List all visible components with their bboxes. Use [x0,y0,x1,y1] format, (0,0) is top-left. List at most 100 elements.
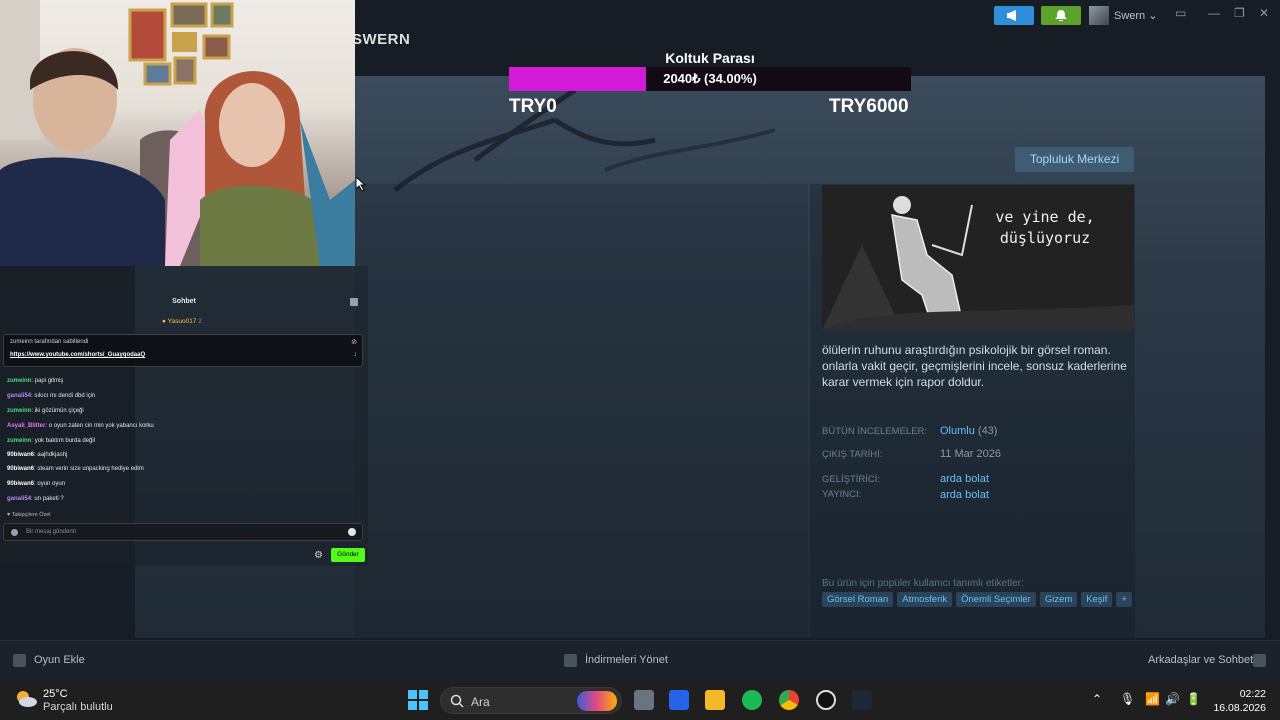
chat-input[interactable]: Bir mesaj gönderin [3,523,363,541]
tag-item[interactable]: Gizem [1039,592,1078,607]
chat-username[interactable]: zumeinn [7,438,31,444]
user-icon [11,529,18,536]
pinned-message[interactable]: zumeinn tarafından sabitlendi https://ww… [3,334,363,367]
pinned-link[interactable]: https://www.youtube.com/shorts/_Guayqoda… [10,352,145,358]
maximize-button[interactable]: ❐ [1234,6,1245,20]
game-description: ölülerin ruhunu araştırdığın psikolojik … [822,343,1127,389]
friends-chat-button[interactable]: Arkadaşlar ve Sohbet [1148,654,1253,666]
chat-username[interactable]: zumeinn [7,408,31,414]
obs-icon[interactable] [816,690,836,710]
windows-start-icon[interactable] [408,690,428,710]
chat-message: ganali54: sıkıcı mı dendi dbd için [7,393,96,399]
chat-username[interactable]: zumeinn [7,378,31,384]
weather-cloud-icon[interactable] [14,688,38,710]
chat-text: un paketi ? [34,496,64,502]
chat-text: iki gözümün çiçeği [34,408,84,414]
screen: SWERN Swern ⌄ ▭ — ❐ ✕ Topluluk Merkezi v… [0,0,1280,720]
capsule-title: ve yine de, düşlüyoruz [995,208,1095,247]
chat-message: 90biwan6: oyun oyun [7,481,66,487]
send-button[interactable]: Gönder [331,548,365,562]
chat-message: ganali54: un paketi ? [7,496,64,502]
downloads-icon [564,654,577,667]
clock[interactable]: 02:22 16.08.2026 [1210,687,1266,715]
steam-icon[interactable] [852,690,872,710]
weather-temperature[interactable]: 25°C [43,688,68,700]
microphone-icon[interactable]: 🎙 [1120,692,1135,706]
chat-text: sıkıcı mı dendi dbd için [34,393,96,399]
tag-item[interactable]: Önemli Seçimler [956,592,1036,607]
chrome-icon[interactable] [779,690,799,710]
media-area [355,184,808,638]
add-game-button[interactable]: Oyun Ekle [34,654,85,666]
chat-username[interactable]: ganali54 [7,496,31,502]
chat-panel: Sohbet ● Yasuo017 2 zumeinn tarafından s… [0,266,368,566]
game-capsule-image: ve yine de, düşlüyoruz [822,185,1134,330]
expand-icon[interactable]: ↓ [354,351,358,358]
search-icon [450,694,464,708]
notifications-button[interactable] [1041,6,1081,25]
chat-username[interactable]: 90biwan6 [7,452,34,458]
chat-text: papi gitmiş [34,378,64,384]
chat-message: 90biwan6: steam verin size unpacking hed… [7,466,144,472]
tags-title: Bu ürün için popüler kullanıcı tanımlı e… [822,578,1024,589]
megaphone-icon [1007,10,1016,21]
avatar[interactable] [1089,6,1109,25]
wifi-icon[interactable]: 📶 [1145,692,1160,706]
username-menu[interactable]: Swern ⌄ [1114,9,1157,22]
search-placeholder: Ara [471,695,490,709]
goal-progress-bar: 2040₺ (34.00%) [509,67,911,91]
followers-only-label: ♥ Takipçilere Özel [7,512,51,518]
search-highlight-icon [577,691,617,711]
tag-item[interactable]: Atmosferik [897,592,953,607]
goal-min-label: TRY0 [509,96,557,117]
announcements-button[interactable] [994,6,1034,25]
tag-item[interactable]: Görsel Roman [822,592,894,607]
spotify-icon[interactable] [742,690,762,710]
file-explorer-icon[interactable] [705,690,725,710]
top-viewer-count: 2 [198,318,202,325]
release-date-label: ÇIKIŞ TARİHİ: [822,449,883,460]
tag-list: Görsel Roman Atmosferik Önemli Seçimler … [822,592,1132,607]
reviews-label: BÜTÜN İNCELEMELER: [822,426,928,437]
add-tag-button[interactable]: + [1116,592,1132,607]
add-game-icon [13,654,26,667]
developer-link[interactable]: arda bolat [940,473,989,485]
chat-text: oyun oyun [37,481,66,487]
chat-text: yok baktım burda değil [34,438,96,444]
chat-username[interactable]: 90biwan6 [7,481,34,487]
clock-time: 02:22 [1239,688,1266,700]
goal-progress-label: 2040₺ (34.00%) [663,71,757,86]
steam-footer: Oyun Ekle İndirmeleri Yönet Arkadaşlar v… [0,640,1280,680]
emoji-icon[interactable] [348,528,356,536]
volume-icon[interactable]: 🔊 [1165,692,1180,706]
gear-icon[interactable]: ⚙ [314,550,323,561]
chat-username[interactable]: Asyali_Blitter [7,423,45,429]
followers-only-text: Takipçilere Özel [11,512,51,518]
minimize-button[interactable]: — [1208,6,1220,20]
weather-description[interactable]: Parçalı bulutlu [43,701,113,713]
top-viewer: ● Yasuo017 2 [162,318,202,325]
community-hub-button[interactable]: Topluluk Merkezi [1015,147,1134,172]
webcam-scene [0,0,355,266]
reviews-summary-link[interactable]: Olumlu [940,425,975,437]
chat-username[interactable]: ganali54 [7,393,31,399]
manage-downloads-button[interactable]: İndirmeleri Yönet [585,654,668,666]
task-view-icon[interactable] [634,690,654,710]
chevron-up-icon[interactable]: ⌃ [1092,692,1102,706]
battery-icon[interactable]: 🔋 [1186,692,1201,706]
store-icon[interactable] [669,690,689,710]
big-picture-icon[interactable]: ▭ [1175,6,1186,20]
pinned-by-label: zumeinn tarafından sabitlendi [10,339,89,345]
brand-title: SWERN [352,31,411,48]
chat-settings-icon[interactable] [350,298,358,306]
taskbar-search[interactable]: Ara [440,687,622,714]
unpin-icon[interactable]: ⊘ [351,338,357,346]
release-date-value: 11 Mar 2026 [940,448,1001,460]
publisher-link[interactable]: arda bolat [940,489,989,501]
tag-item[interactable]: Keşif [1081,592,1113,607]
chat-text: o oyun zaten cin min yok yabancı korku [48,423,154,429]
chat-username[interactable]: 90biwan6 [7,466,34,472]
clock-date: 16.08.2026 [1213,702,1266,714]
reviews-value: Olumlu (43) [940,425,997,437]
close-button[interactable]: ✕ [1259,6,1269,20]
